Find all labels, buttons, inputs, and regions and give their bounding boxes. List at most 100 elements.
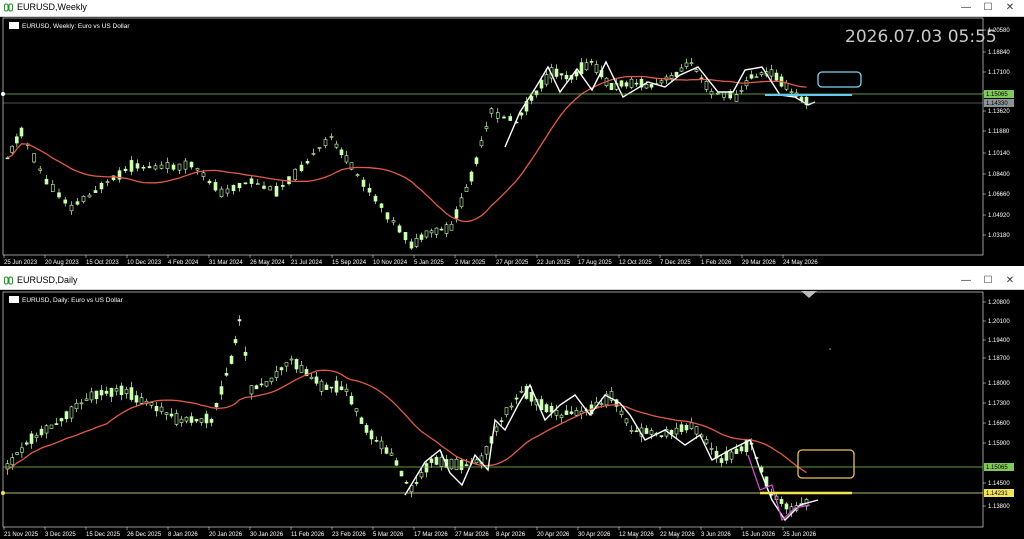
bear-candle — [354, 408, 359, 412]
bull-candle — [502, 116, 506, 119]
daily-price-marker-yellow-text: 1.14231 — [986, 491, 1008, 497]
weekly-chart-canvas[interactable]: EURUSD, Weekly: Euro vs US Dollar 2026.0… — [0, 17, 1024, 266]
bear-candle — [584, 62, 589, 71]
bull-candle — [684, 425, 689, 431]
bull-candle — [624, 82, 629, 87]
weekly-price-marker-green-text: 1.15065 — [986, 92, 1008, 98]
bear-candle — [509, 405, 514, 408]
bear-candle — [284, 362, 289, 367]
bull-candle — [373, 195, 378, 202]
bear-candle — [434, 227, 439, 235]
daily-chart-canvas[interactable]: EURUSD, Daily: Euro vs US Dollar 1.20800… — [0, 290, 1024, 539]
bull-candle — [63, 199, 68, 204]
time-axis-label: 26 May 2024 — [250, 260, 285, 266]
bull-candle — [287, 176, 291, 185]
time-axis-label: 1 Feb 2026 — [701, 260, 732, 266]
bull-candle — [384, 447, 389, 454]
bear-candle — [419, 472, 424, 478]
time-axis-label: 20 Jan 2026 — [209, 532, 243, 538]
bear-candle — [414, 238, 419, 247]
weekly-minimize-button[interactable]: — — [954, 0, 978, 16]
time-axis-label: 20 Apr 2026 — [537, 532, 570, 538]
bull-candle — [424, 463, 429, 473]
bull-candle — [649, 84, 654, 88]
bull-candle — [739, 446, 744, 452]
weekly-target-box — [817, 71, 862, 88]
bear-candle — [559, 414, 564, 418]
bull-candle — [339, 149, 344, 156]
time-axis-label: 4 Feb 2024 — [168, 260, 199, 266]
time-axis-label: 10 Dec 2023 — [127, 260, 162, 266]
bull-candle — [279, 367, 284, 371]
weekly-chart-window: EURUSD,Weekly — ☐ ✕ EURUSD, Weekly: Euro… — [0, 0, 1024, 266]
chart-shift-marker[interactable] — [801, 291, 817, 298]
bull-candle — [214, 402, 219, 408]
weekly-maximize-button[interactable]: ☐ — [976, 0, 1000, 16]
bull-candle — [369, 430, 374, 440]
daily-close-button[interactable]: ✕ — [998, 273, 1022, 289]
time-axis-label: 27 Apr 2025 — [496, 260, 529, 266]
bear-candle — [149, 402, 154, 406]
chart-window-icon — [4, 276, 13, 285]
bull-candle — [213, 182, 218, 191]
bull-candle — [414, 482, 419, 484]
bull-candle — [784, 503, 789, 510]
bull-candle — [403, 232, 408, 241]
bear-candle — [629, 430, 634, 432]
price-axis-label: 1.08400 — [988, 172, 1010, 178]
bear-candle — [519, 390, 524, 393]
bear-candle — [15, 452, 19, 455]
time-axis-label: 15 Jun 2026 — [742, 532, 776, 538]
bear-candle — [334, 143, 339, 148]
price-axis-label: 1.13800 — [988, 504, 1010, 510]
time-axis-label: 17 Mar 2026 — [414, 532, 448, 538]
price-axis-label: 1.14500 — [988, 481, 1010, 487]
daily-flag-icon — [9, 296, 19, 303]
bull-candle — [194, 418, 199, 422]
bear-candle — [269, 377, 274, 382]
bear-candle — [504, 407, 509, 415]
daily-chart-window: EURUSD,Daily — ☐ ✕ EURUSD, Daily: Euro v… — [0, 273, 1024, 539]
bear-candle — [739, 89, 744, 92]
bull-candle — [779, 498, 784, 504]
bear-candle — [629, 78, 634, 88]
weekly-close-button[interactable]: ✕ — [998, 0, 1022, 16]
weekly-title-bar[interactable]: EURUSD,Weekly — ☐ ✕ — [0, 0, 1024, 17]
bear-candle — [674, 427, 679, 435]
bear-candle — [219, 188, 224, 198]
price-axis-label: 1.15900 — [988, 441, 1010, 447]
price-axis-label: 1.18840 — [988, 50, 1010, 56]
bear-candle — [74, 402, 79, 410]
bear-candle — [50, 184, 55, 192]
price-axis-label: 1.18000 — [988, 381, 1010, 387]
daily-level-dot — [1, 491, 5, 495]
bull-candle — [93, 190, 98, 193]
bull-candle — [579, 62, 584, 75]
bull-candle — [237, 183, 242, 189]
daily-maximize-button[interactable]: ☐ — [976, 273, 1000, 289]
bear-candle — [195, 168, 200, 171]
bear-candle — [124, 389, 129, 394]
bull-candle — [459, 460, 464, 471]
bull-candle — [189, 416, 194, 423]
time-axis-label: 3 Jun 2026 — [701, 532, 731, 538]
time-axis-label: 23 Feb 2026 — [332, 532, 366, 538]
moving-average-line — [7, 75, 807, 223]
bear-candle — [769, 69, 774, 77]
bull-candle — [404, 481, 409, 484]
daily-minimize-button[interactable]: — — [954, 273, 978, 289]
bear-candle — [323, 139, 328, 146]
bull-candle — [569, 411, 574, 414]
time-axis-label: 27 Mar 2026 — [455, 532, 489, 538]
bear-candle — [454, 458, 459, 471]
time-axis-label: 5 Mar 2026 — [373, 532, 404, 538]
bull-candle — [254, 385, 259, 390]
bull-candle — [99, 183, 104, 190]
daily-chart-area[interactable]: EURUSD, Daily: Euro vs US Dollar 1.20800… — [0, 290, 1024, 539]
bull-candle — [305, 161, 310, 164]
weekly-chart-area[interactable]: EURUSD, Weekly: Euro vs US Dollar 2026.0… — [0, 17, 1024, 266]
bear-candle — [89, 391, 94, 401]
price-axis-label: 1.04920 — [988, 213, 1010, 219]
daily-title-bar[interactable]: EURUSD,Daily — ☐ ✕ — [0, 273, 1024, 290]
daily-price-marker-green-text: 1.15065 — [986, 465, 1008, 471]
